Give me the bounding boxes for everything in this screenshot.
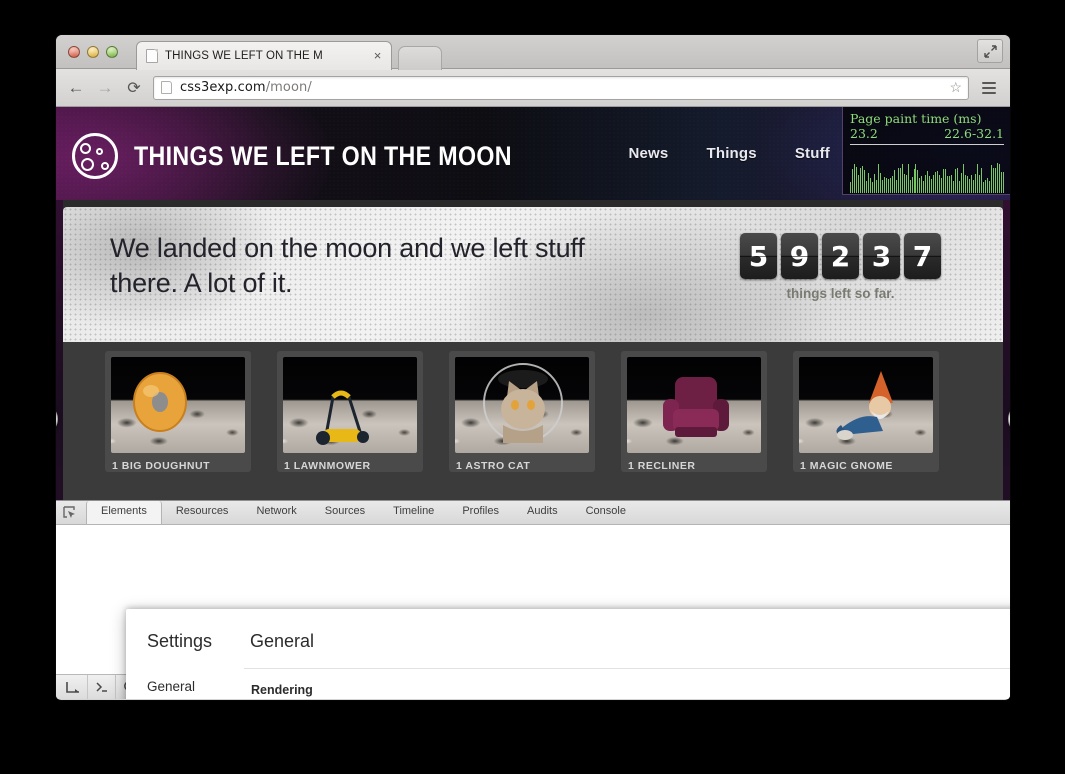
settings-section-rendering: Rendering [251,683,313,697]
thing-card[interactable]: 1 MAGIC GNOME [793,351,939,472]
settings-sidebar: Settings General Overrides Shortcuts [126,609,244,699]
counter-digit: 3 [863,233,900,279]
inspect-element-icon[interactable] [62,505,80,521]
devtools-tab-console[interactable]: Console [572,501,640,524]
paint-time-range: 22.6-32.1 [944,126,1004,141]
moon-logo-icon [72,133,118,179]
hero-section: We landed on the moon and we left stuff … [63,207,1003,342]
dock-toggle-icon[interactable] [60,675,88,699]
paint-time-graph [850,163,1004,193]
address-bar[interactable]: css3exp.com/moon/ ☆ [153,75,969,100]
page-viewport: THINGS WE LEFT ON THE MOON News Things S… [56,107,1010,699]
thing-image-magic-gnome [799,357,933,453]
browser-tab-title: THINGS WE LEFT ON THE M [165,50,323,62]
back-icon[interactable]: ← [66,77,86,99]
browser-window: THINGS WE LEFT ON THE M × ← → ⟳ css3exp.… [56,35,1010,700]
settings-nav-general[interactable]: General [147,675,244,699]
paint-widget-divider [850,144,1004,145]
site-header: THINGS WE LEFT ON THE MOON News Things S… [56,107,1010,200]
settings-dialog-title: Settings [147,631,213,651]
new-tab-button[interactable] [398,46,442,70]
thing-card[interactable]: 1 LAWNMOWER [277,351,423,472]
fullscreen-icon[interactable] [977,39,1003,63]
counter-digit: 9 [781,233,818,279]
settings-content: General Rendering Show paint rectangles … [244,609,1010,699]
thing-card-label: 1 RECLINER [628,460,696,472]
thing-card-label: 1 ASTRO CAT [456,460,531,472]
thing-card-label: 1 BIG DOUGHNUT [112,460,211,472]
bookmark-star-icon[interactable]: ☆ [949,79,962,96]
settings-dialog: Settings General Overrides Shortcuts Gen… [126,609,1010,699]
address-bar-text: css3exp.com/moon/ [180,80,312,95]
things-card-list: 1 BIG DOUGHNUT 1 LAWNMOWER 1 ASTRO CAT 1… [63,351,1003,472]
browser-tab-active[interactable]: THINGS WE LEFT ON THE M × [136,41,392,70]
forward-icon[interactable]: → [95,77,115,99]
nav-item-stuff[interactable]: Stuff [795,145,830,162]
console-drawer-icon[interactable] [88,675,116,699]
thing-card-label: 1 LAWNMOWER [284,460,371,472]
things-carousel: 1 BIG DOUGHNUT 1 LAWNMOWER 1 ASTRO CAT 1… [56,342,1010,500]
page-favicon-icon [146,49,158,63]
page-favicon-icon [161,81,172,94]
thing-image-lawnmower [283,357,417,453]
thing-card[interactable]: 1 ASTRO CAT [449,351,595,472]
devtools-tab-network[interactable]: Network [242,501,310,524]
thing-card[interactable]: 1 BIG DOUGHNUT [105,351,251,472]
thing-image-recliner [627,357,761,453]
counter-caption: things left so far. [786,286,895,301]
paint-time-widget: Page paint time (ms) 23.2 22.6-32.1 [842,107,1010,195]
hamburger-menu-icon[interactable] [978,76,1000,100]
counter-digit: 7 [904,233,941,279]
things-counter: 5 9 2 3 7 things left so far. [740,233,941,301]
thing-image-astro-cat [455,357,589,453]
browser-toolbar: ← → ⟳ css3exp.com/moon/ ☆ [56,69,1010,107]
site-title: THINGS WE LEFT ON THE MOON [134,140,512,171]
minimize-window-button[interactable] [87,46,99,58]
devtools-tab-bar: Elements Resources Network Sources Timel… [56,501,1010,525]
devtools-tab-elements[interactable]: Elements [86,501,162,524]
counter-digits: 5 9 2 3 7 [740,233,941,279]
thing-card-label: 1 MAGIC GNOME [800,460,893,472]
devtools-tab-resources[interactable]: Resources [162,501,243,524]
thing-card[interactable]: 1 RECLINER [621,351,767,472]
zoom-window-button[interactable] [106,46,118,58]
devtools-tab-sources[interactable]: Sources [311,501,379,524]
counter-digit: 5 [740,233,777,279]
paint-time-title: Page paint time (ms) [850,111,982,126]
close-icon[interactable]: × [370,48,385,64]
settings-pane-title: General [250,631,315,651]
desktop-background: THINGS WE LEFT ON THE M × ← → ⟳ css3exp.… [0,0,1065,774]
reload-icon[interactable]: ⟳ [124,77,144,99]
devtools-tab-audits[interactable]: Audits [513,501,572,524]
window-controls [68,46,118,58]
url-domain: css3exp.com [180,80,266,95]
hero-headline: We landed on the moon and we left stuff … [110,233,585,298]
browser-tab-strip: THINGS WE LEFT ON THE M × [56,35,1010,70]
close-window-button[interactable] [68,46,80,58]
counter-digit: 2 [822,233,859,279]
nav-item-things[interactable]: Things [706,145,756,162]
url-path: /moon/ [265,80,312,95]
site-brand[interactable]: THINGS WE LEFT ON THE MOON [72,133,573,179]
thing-image-doughnut [111,357,245,453]
paint-time-current: 23.2 [850,126,878,141]
devtools-tab-timeline[interactable]: Timeline [379,501,448,524]
nav-item-news[interactable]: News [628,145,668,162]
devtools-tab-profiles[interactable]: Profiles [448,501,513,524]
site-navigation: News Things Stuff [628,145,830,162]
